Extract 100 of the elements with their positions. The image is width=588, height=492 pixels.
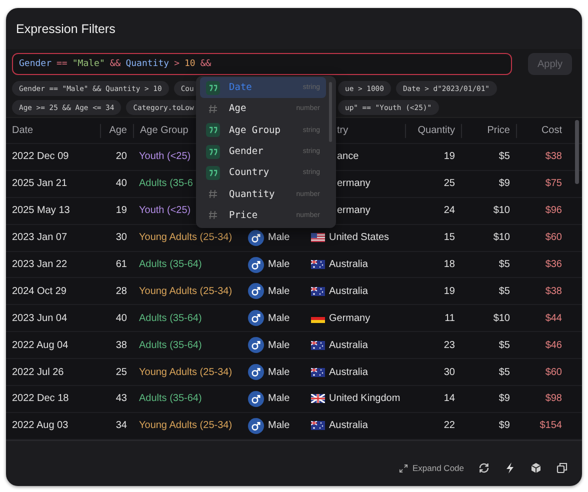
table-cell: 38 [116, 340, 127, 351]
column-header[interactable]: Cost [516, 124, 568, 138]
male-icon [248, 256, 264, 272]
male-icon [248, 390, 264, 407]
table-cell: $5 [498, 286, 510, 297]
table-cell: $36 [545, 259, 562, 270]
table-cell: 18 [444, 259, 455, 270]
table-cell: $38 [545, 286, 562, 297]
age-group-label: Youth (<25) [139, 205, 191, 216]
australia-flag-icon [311, 368, 325, 377]
column-header[interactable]: Age [100, 124, 133, 138]
table-cell: Male [268, 286, 290, 297]
table-cell: ance [337, 151, 359, 162]
table-cell: 22 [444, 420, 455, 432]
australia-flag-icon [311, 286, 325, 296]
age-group-label: Adults (35-6 [139, 178, 193, 190]
window-title: Expression Filters [16, 22, 116, 38]
column-header[interactable]: Date [6, 124, 100, 138]
table-cell: Male [268, 232, 290, 244]
quote-icon [206, 144, 220, 159]
table-cell: $96 [545, 205, 562, 216]
table-cell: 25 [444, 178, 455, 190]
table-cell: $60 [545, 232, 562, 244]
table-cell: 61 [116, 259, 127, 270]
table-cell: 34 [116, 420, 127, 432]
age-group-label: Adults (35-64) [139, 312, 202, 324]
table-cell: 2022 Aug 04 [12, 340, 68, 351]
expand-icon [399, 464, 408, 472]
table-cell: 19 [116, 205, 127, 216]
quote-icon [206, 166, 220, 180]
table-cell: ermany [337, 205, 370, 216]
male-icon [248, 230, 264, 246]
table-cell: $10 [493, 312, 510, 324]
table-cell: Australia [329, 366, 368, 378]
expression-input[interactable]: Gender == "Male" && Quantity > 10 && [12, 53, 512, 75]
table-cell: $75 [545, 178, 562, 190]
table-cell: 19 [444, 286, 455, 297]
cube-icon[interactable] [530, 462, 542, 474]
table-cell: $5 [498, 151, 510, 162]
column-header[interactable]: Price [461, 124, 516, 138]
age-group-label: Adults (35-64) [139, 393, 202, 404]
table-cell: $44 [545, 312, 562, 324]
table-cell: 19 [444, 151, 455, 162]
male-icon [248, 364, 264, 380]
table-cell: $9 [498, 178, 510, 190]
table-cell: 30 [116, 232, 127, 244]
male-icon [248, 337, 264, 354]
table-cell: 2023 Jan 07 [12, 232, 68, 244]
table-cell: Australia [329, 286, 368, 297]
table-cell: 15 [444, 232, 455, 244]
table-cell: 28 [116, 286, 127, 297]
male-icon [248, 418, 264, 434]
table-cell: $10 [493, 205, 510, 216]
age-group-label: Young Adults (25-34) [139, 286, 232, 297]
refresh-icon[interactable] [478, 462, 490, 474]
table-cell: 2024 Oct 29 [12, 286, 66, 297]
table-cell: 30 [444, 366, 455, 378]
table-cell: $38 [545, 151, 562, 162]
table-cell: 2022 Dec 18 [12, 393, 69, 404]
table-cell: 40 [116, 312, 127, 324]
male-icon [248, 283, 264, 300]
copy-icon[interactable] [556, 462, 568, 474]
table-cell: Australia [329, 259, 368, 270]
age-group-label: Adults (35-64) [139, 259, 202, 270]
table-cell: Male [268, 366, 290, 378]
table-cell: 24 [444, 205, 455, 216]
table-cell: $5 [498, 366, 510, 378]
table-cell: 2023 Jan 22 [12, 259, 68, 270]
table-cell: $9 [498, 420, 510, 432]
australia-flag-icon [311, 421, 325, 430]
table-cell: $60 [545, 366, 562, 378]
table-cell: $10 [493, 232, 510, 244]
bolt-icon[interactable] [504, 462, 516, 474]
age-group-label: Young Adults (25-34) [139, 232, 232, 244]
australia-flag-icon [311, 260, 325, 269]
table-cell: Male [268, 420, 290, 432]
age-group-label: Young Adults (25-34) [139, 366, 232, 378]
table-cell: 14 [444, 393, 455, 404]
table-cell: $9 [498, 393, 510, 404]
table-cell: Australia [329, 340, 368, 351]
table-cell: 2022 Aug 03 [12, 420, 68, 432]
table-cell: 20 [116, 151, 127, 162]
table-cell: 40 [116, 178, 127, 190]
column-header[interactable]: Quantity [405, 124, 461, 138]
us-flag-icon [311, 233, 325, 242]
age-group-label: Youth (<25) [139, 151, 191, 162]
expand-code-button[interactable]: Expand Code [399, 463, 464, 473]
table-cell: $5 [498, 340, 510, 351]
table-cell: 2022 Jul 26 [12, 366, 64, 378]
scrollbar[interactable] [575, 120, 579, 184]
table-cell: 43 [116, 393, 127, 404]
quote-icon [206, 123, 220, 138]
table-cell: Male [268, 393, 290, 404]
age-group-label: Adults (35-64) [139, 340, 202, 351]
table-cell: $5 [498, 259, 510, 270]
table-cell: Germany [329, 312, 370, 324]
australia-flag-icon [311, 340, 325, 350]
table-cell: $46 [545, 340, 562, 351]
table-cell: 2023 Jun 04 [12, 312, 68, 324]
table-cell: 2025 Jan 21 [12, 178, 68, 190]
